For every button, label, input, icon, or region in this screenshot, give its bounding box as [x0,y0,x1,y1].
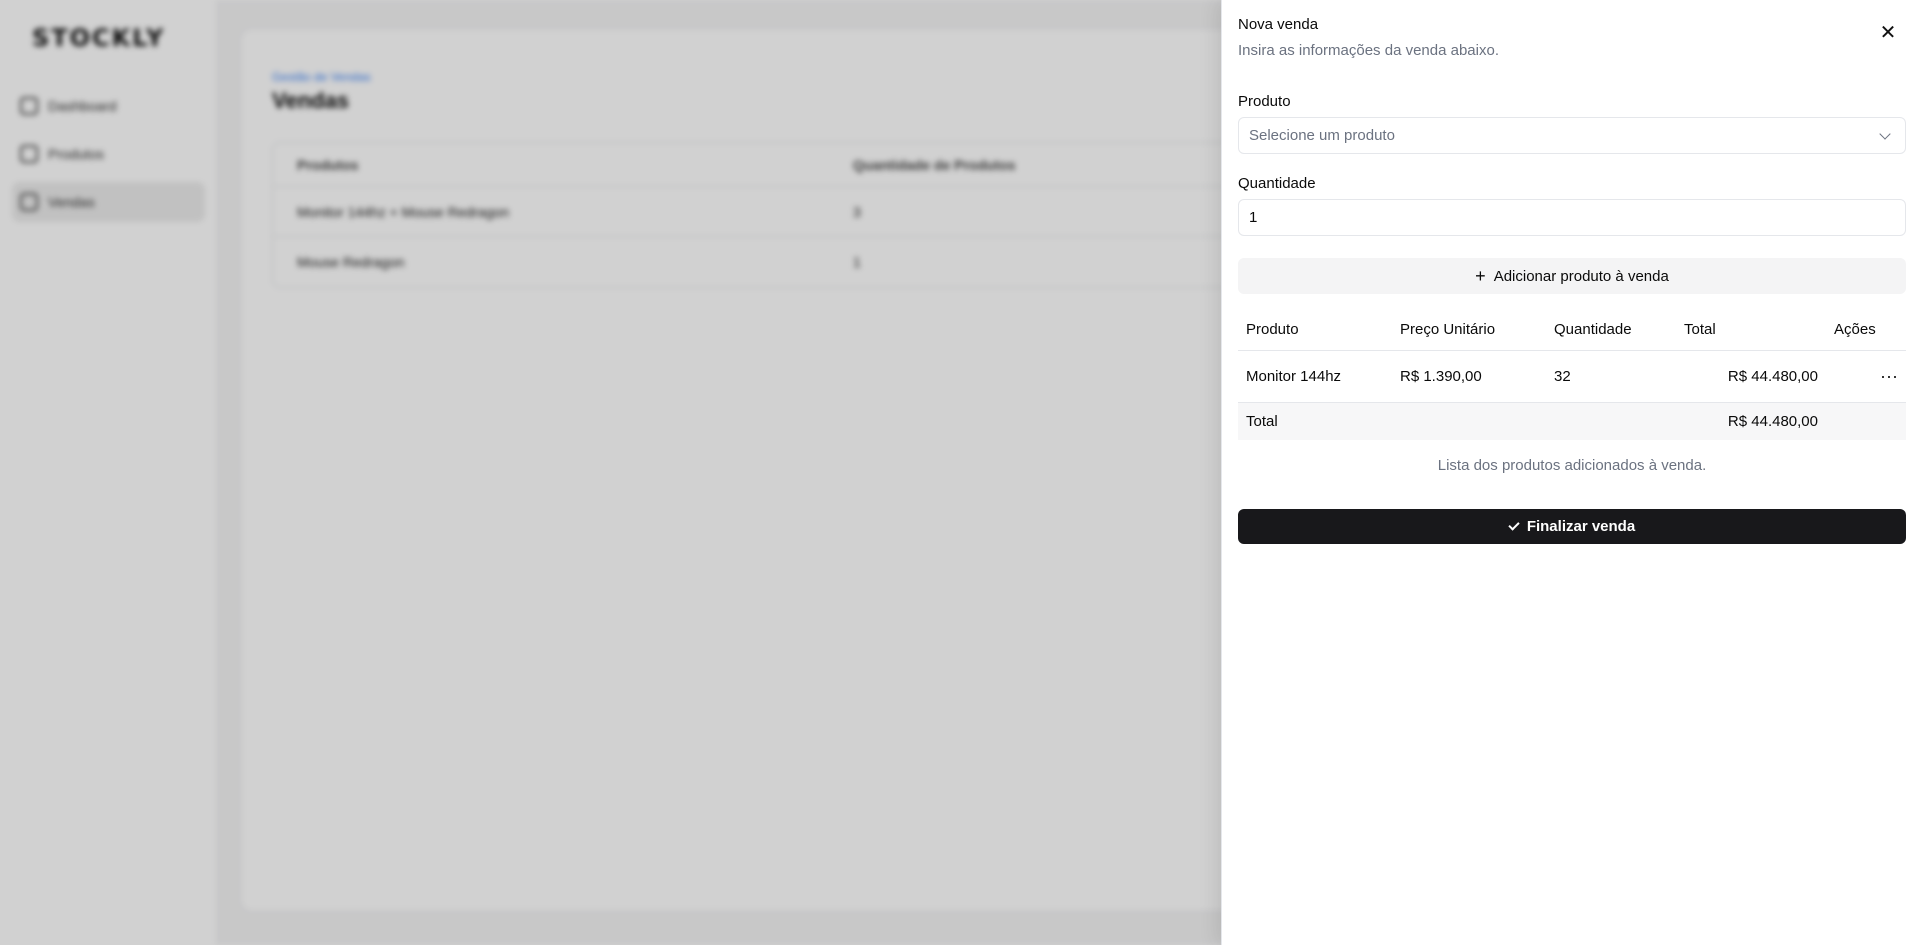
column-header-quantidade: Quantidade [1546,310,1676,351]
footer-empty-cell [1826,402,1906,440]
plus-icon: + [1475,266,1486,286]
product-label: Produto [1238,93,1291,110]
close-button[interactable]: ✕ [1876,20,1900,44]
cell-quantity: 32 [1546,350,1676,403]
footer-total-value: R$ 44.480,00 [1676,402,1826,440]
cell-total: R$ 44.480,00 [1676,350,1826,403]
table-header-row: Produto Preço Unitário Quantidade Total … [1238,310,1906,351]
check-icon [1508,518,1520,531]
table-row: Monitor 144hz R$ 1.390,00 32 R$ 44.480,0… [1238,350,1906,403]
chevron-down-icon [1879,127,1891,140]
sale-items-table: Produto Preço Unitário Quantidade Total … [1238,310,1906,440]
add-product-button[interactable]: + Adicionar produto à venda [1238,258,1906,294]
column-header-acoes: Ações [1826,310,1906,351]
add-product-label: Adicionar produto à venda [1493,267,1669,285]
table-caption: Lista dos produtos adicionados à venda. [1437,457,1707,474]
column-header-total: Total [1676,310,1826,351]
cell-unit-price: R$ 1.390,00 [1392,350,1546,403]
product-select-placeholder: Selecione um produto [1249,127,1395,144]
close-icon: ✕ [1879,20,1897,44]
finish-sale-button[interactable]: Finalizar venda [1238,509,1906,544]
column-header-preco: Preço Unitário [1392,310,1546,351]
table-footer-row: Total R$ 44.480,00 [1238,402,1906,440]
product-select[interactable]: Selecione um produto [1238,117,1906,154]
cell-actions: ··· [1826,350,1906,403]
quantity-input[interactable] [1238,199,1906,236]
footer-total-label: Total [1238,402,1676,440]
finish-sale-label: Finalizar venda [1526,518,1636,535]
new-sale-sheet: ✕ Nova venda Insira as informações da ve… [1221,0,1920,945]
cell-product: Monitor 144hz [1238,350,1392,403]
sheet-description: Insira as informações da venda abaixo. [1238,42,1499,59]
column-header-produto: Produto [1238,310,1392,351]
quantity-label: Quantidade [1238,175,1316,192]
sheet-title: Nova venda [1238,16,1319,33]
more-horizontal-icon[interactable]: ··· [1880,366,1898,386]
